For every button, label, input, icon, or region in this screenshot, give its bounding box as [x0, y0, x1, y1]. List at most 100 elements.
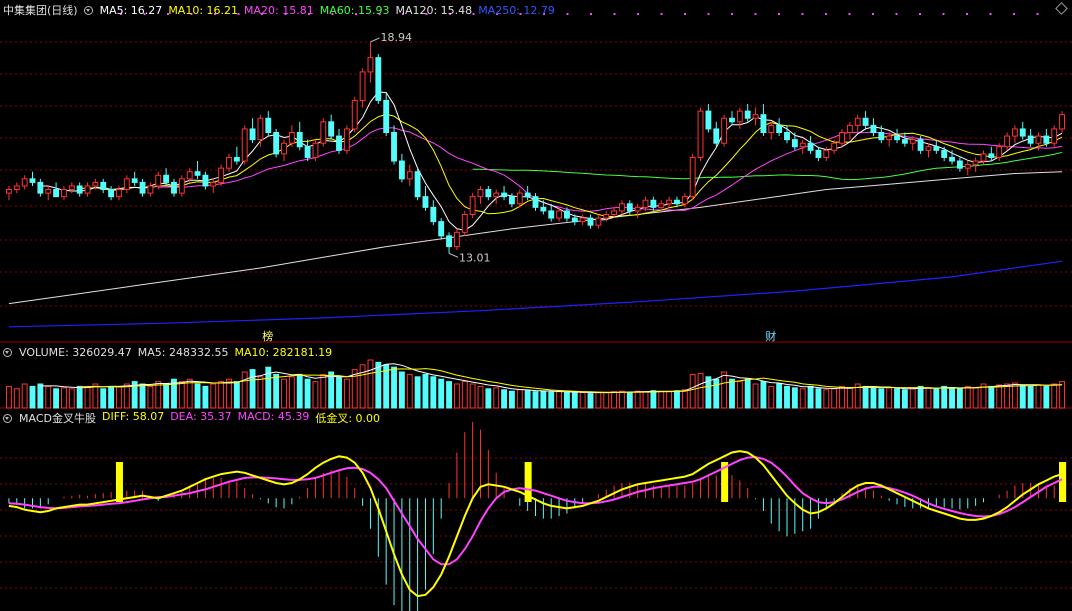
top-dot-34 [919, 13, 921, 15]
ma120-line [8, 171, 1063, 305]
volume-settings-icon[interactable] [3, 347, 12, 357]
candle-body-44 [351, 99, 358, 130]
candle-95 [752, 107, 759, 126]
volume-bar-2 [21, 383, 28, 409]
candle-68 [540, 200, 547, 215]
macd-header: MACD金叉牛股 DIFF: 58.07 DEA: 35.37 MACD: 45.39… [3, 410, 381, 425]
candle-125 [988, 146, 995, 162]
candle-body-132 [1043, 135, 1050, 144]
volume-bar-17 [139, 383, 146, 409]
candle-body-118 [933, 146, 940, 151]
candle-body-86 [681, 196, 688, 205]
candle-body-78 [619, 203, 625, 212]
candle-122 [964, 161, 971, 176]
volume-bar-56 [446, 381, 452, 409]
candle-90 [713, 121, 720, 147]
candle-body-81 [642, 199, 649, 208]
settings-dropdown-icon[interactable] [83, 5, 93, 15]
candle-73 [579, 214, 586, 226]
candle-17 [139, 178, 146, 197]
volume-bar-49 [391, 366, 397, 409]
volume-bar-75 [595, 391, 602, 409]
volume-bar-31 [249, 369, 256, 409]
candle-body-71 [564, 210, 570, 219]
golden-cross-marker-4 [1059, 462, 1067, 502]
stock-chart-canvas[interactable]: 18.94 13.01 [0, 0, 1072, 611]
macd-label-4: 低金叉: 0.00 [315, 412, 381, 425]
candle-body-28 [226, 156, 232, 169]
macd-panel[interactable] [8, 422, 1067, 611]
candle-110 [870, 118, 877, 137]
volume-bar-9 [76, 385, 83, 409]
candle-body-96 [760, 114, 767, 134]
candle-82 [650, 196, 657, 211]
candle-body-87 [689, 156, 696, 198]
candle-body-107 [846, 124, 853, 134]
volume-bar-102 [807, 385, 814, 409]
macd-label-0: MACD金叉牛股 [19, 412, 96, 425]
candle-91 [721, 114, 728, 147]
volume-bar-100 [791, 387, 798, 409]
top-dot-24 [684, 13, 686, 15]
volume-bar-85 [674, 390, 680, 409]
volume-bar-123 [972, 387, 979, 409]
candle-body-55 [438, 221, 445, 237]
tag-cai[interactable]: 财 [765, 328, 776, 344]
top-dot-22 [637, 13, 639, 15]
candle-118 [933, 139, 940, 154]
candle-body-105 [831, 142, 838, 151]
candle-130 [1027, 128, 1034, 147]
price-panel[interactable]: 18.94 13.01 [5, 31, 1066, 328]
volume-bar-6 [53, 388, 60, 409]
candle-body-23 [186, 171, 193, 180]
candle-15 [123, 175, 130, 194]
candle-48 [383, 93, 390, 137]
candle-body-57 [453, 231, 460, 248]
candle-body-109 [862, 117, 869, 126]
candle-50 [398, 153, 405, 183]
volume-bar-0 [5, 385, 12, 409]
candle-63 [501, 185, 507, 201]
top-dot-36 [966, 13, 968, 15]
candle-55 [438, 218, 445, 240]
top-dot-25 [707, 13, 710, 15]
candle-108 [854, 114, 861, 133]
top-dot-26 [731, 13, 733, 15]
candle-body-69 [548, 210, 555, 219]
volume-bar-134 [1059, 381, 1066, 409]
candle-body-101 [799, 142, 806, 148]
volume-bar-24 [194, 383, 201, 409]
candle-body-73 [579, 217, 586, 223]
top-dot-35 [942, 13, 945, 15]
candle-body-130 [1027, 135, 1034, 144]
candle-body-100 [791, 139, 798, 148]
candle-22 [178, 175, 185, 197]
volume-panel[interactable] [5, 359, 1066, 409]
volume-bar-46 [367, 359, 374, 409]
volume-bar-26 [210, 383, 217, 409]
candle-body-58 [461, 213, 468, 233]
candle-94 [744, 103, 751, 122]
candle-body-47 [375, 57, 382, 101]
candle-127 [1004, 132, 1010, 151]
candle-body-3 [29, 178, 36, 183]
candle-32 [257, 114, 264, 147]
tag-bang[interactable]: 榜 [262, 328, 273, 344]
candle-119 [941, 146, 948, 162]
candle-body-83 [658, 203, 665, 208]
candle-body-102 [807, 142, 814, 151]
ma-legend: MA5: 16.27 MA10: 16.21 MA20: 15.81 MA60: 15… [100, 4, 555, 17]
candle-49 [391, 125, 397, 165]
candle-body-61 [485, 189, 492, 198]
candle-7 [61, 185, 67, 201]
candle-body-106 [839, 132, 845, 144]
macd-settings-icon[interactable] [3, 413, 12, 423]
candle-body-62 [493, 192, 500, 198]
volume-header: VOLUME: 326029.47 MA5: 248332.55 MA10: 282… [3, 345, 332, 359]
volume-bar-84 [666, 391, 673, 409]
volume-bar-118 [933, 388, 940, 409]
candle-124 [980, 150, 987, 165]
top-dot-32 [872, 13, 874, 15]
candle-42 [336, 128, 342, 154]
price-header: 中集集团(日线) MA5: 16.27 MA10: 16.21 MA20: 15.8… [3, 3, 555, 18]
